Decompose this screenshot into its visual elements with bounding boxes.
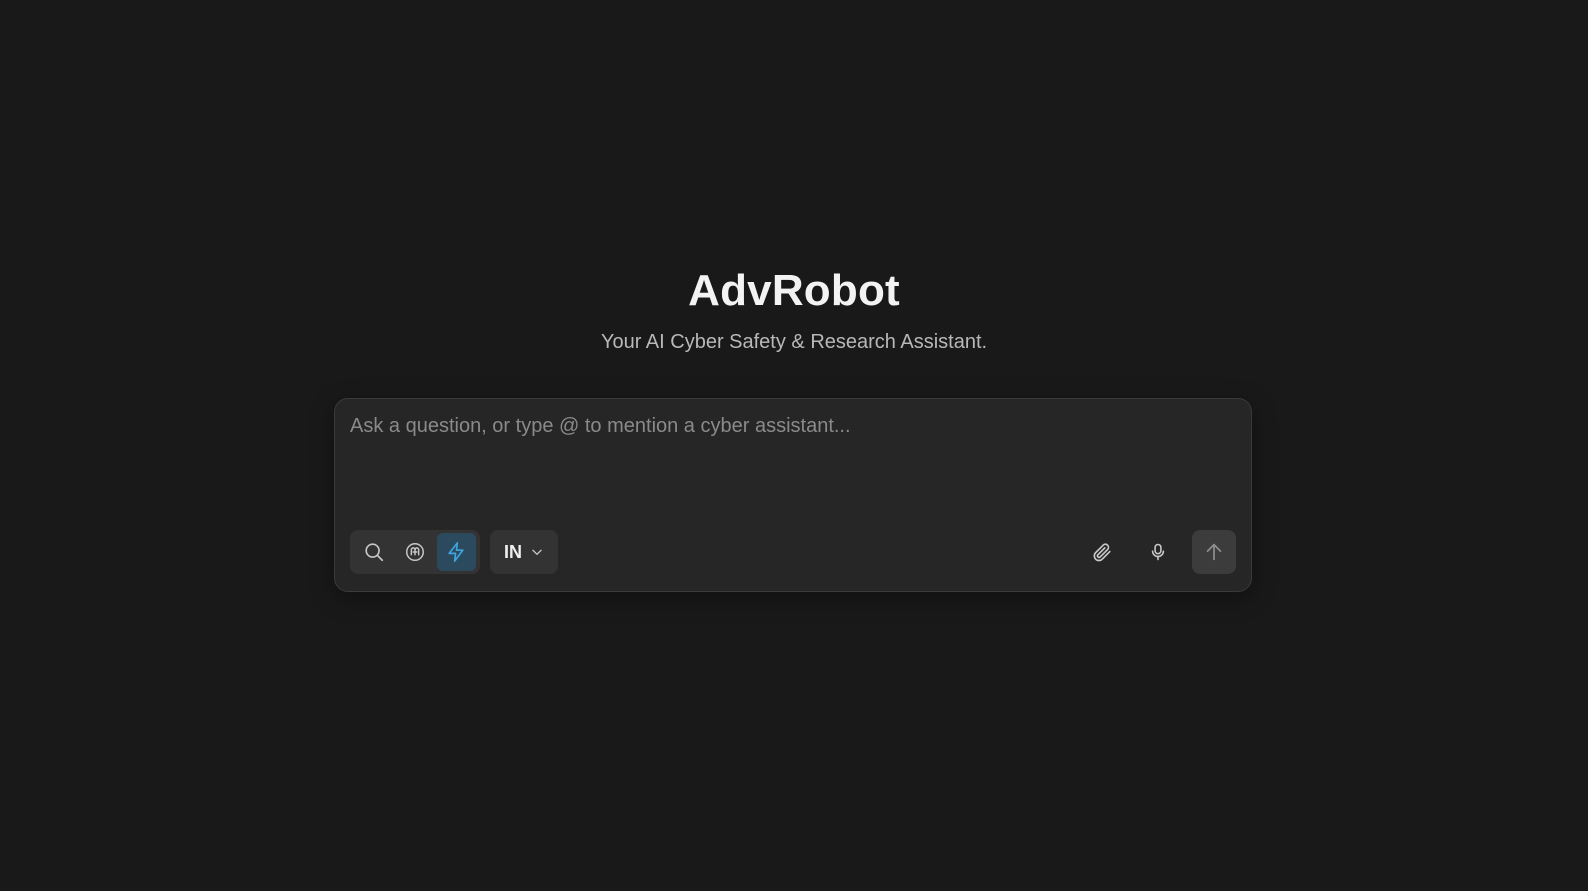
app-subtitle: Your AI Cyber Safety & Research Assistan… [600,331,988,353]
arrow-up-icon [1203,541,1225,563]
fast-mode-button[interactable] [436,533,476,571]
composer-actions [1080,530,1236,574]
paperclip-icon [1091,541,1113,563]
language-label: IN [504,541,522,562]
lightning-icon [445,541,467,563]
chevron-down-icon [530,545,544,559]
page: AdvRobot Your AI Cyber Safety & Research… [0,0,1588,891]
send-button[interactable] [1192,530,1236,574]
search-mode-button[interactable] [354,533,393,571]
voice-input-button[interactable] [1136,530,1180,574]
search-icon [363,541,385,563]
app-title: AdvRobot [688,266,900,315]
microphone-icon [1148,542,1168,562]
hero-header: AdvRobot Your AI Cyber Safety & Research… [0,264,1588,354]
attach-button[interactable] [1080,530,1124,574]
chat-composer: IN [334,398,1252,592]
language-dropdown[interactable]: IN [490,530,558,574]
brain-icon [404,541,426,563]
prompt-input[interactable] [350,413,1230,503]
reasoning-mode-button[interactable] [395,533,434,571]
mode-selector [350,530,480,574]
